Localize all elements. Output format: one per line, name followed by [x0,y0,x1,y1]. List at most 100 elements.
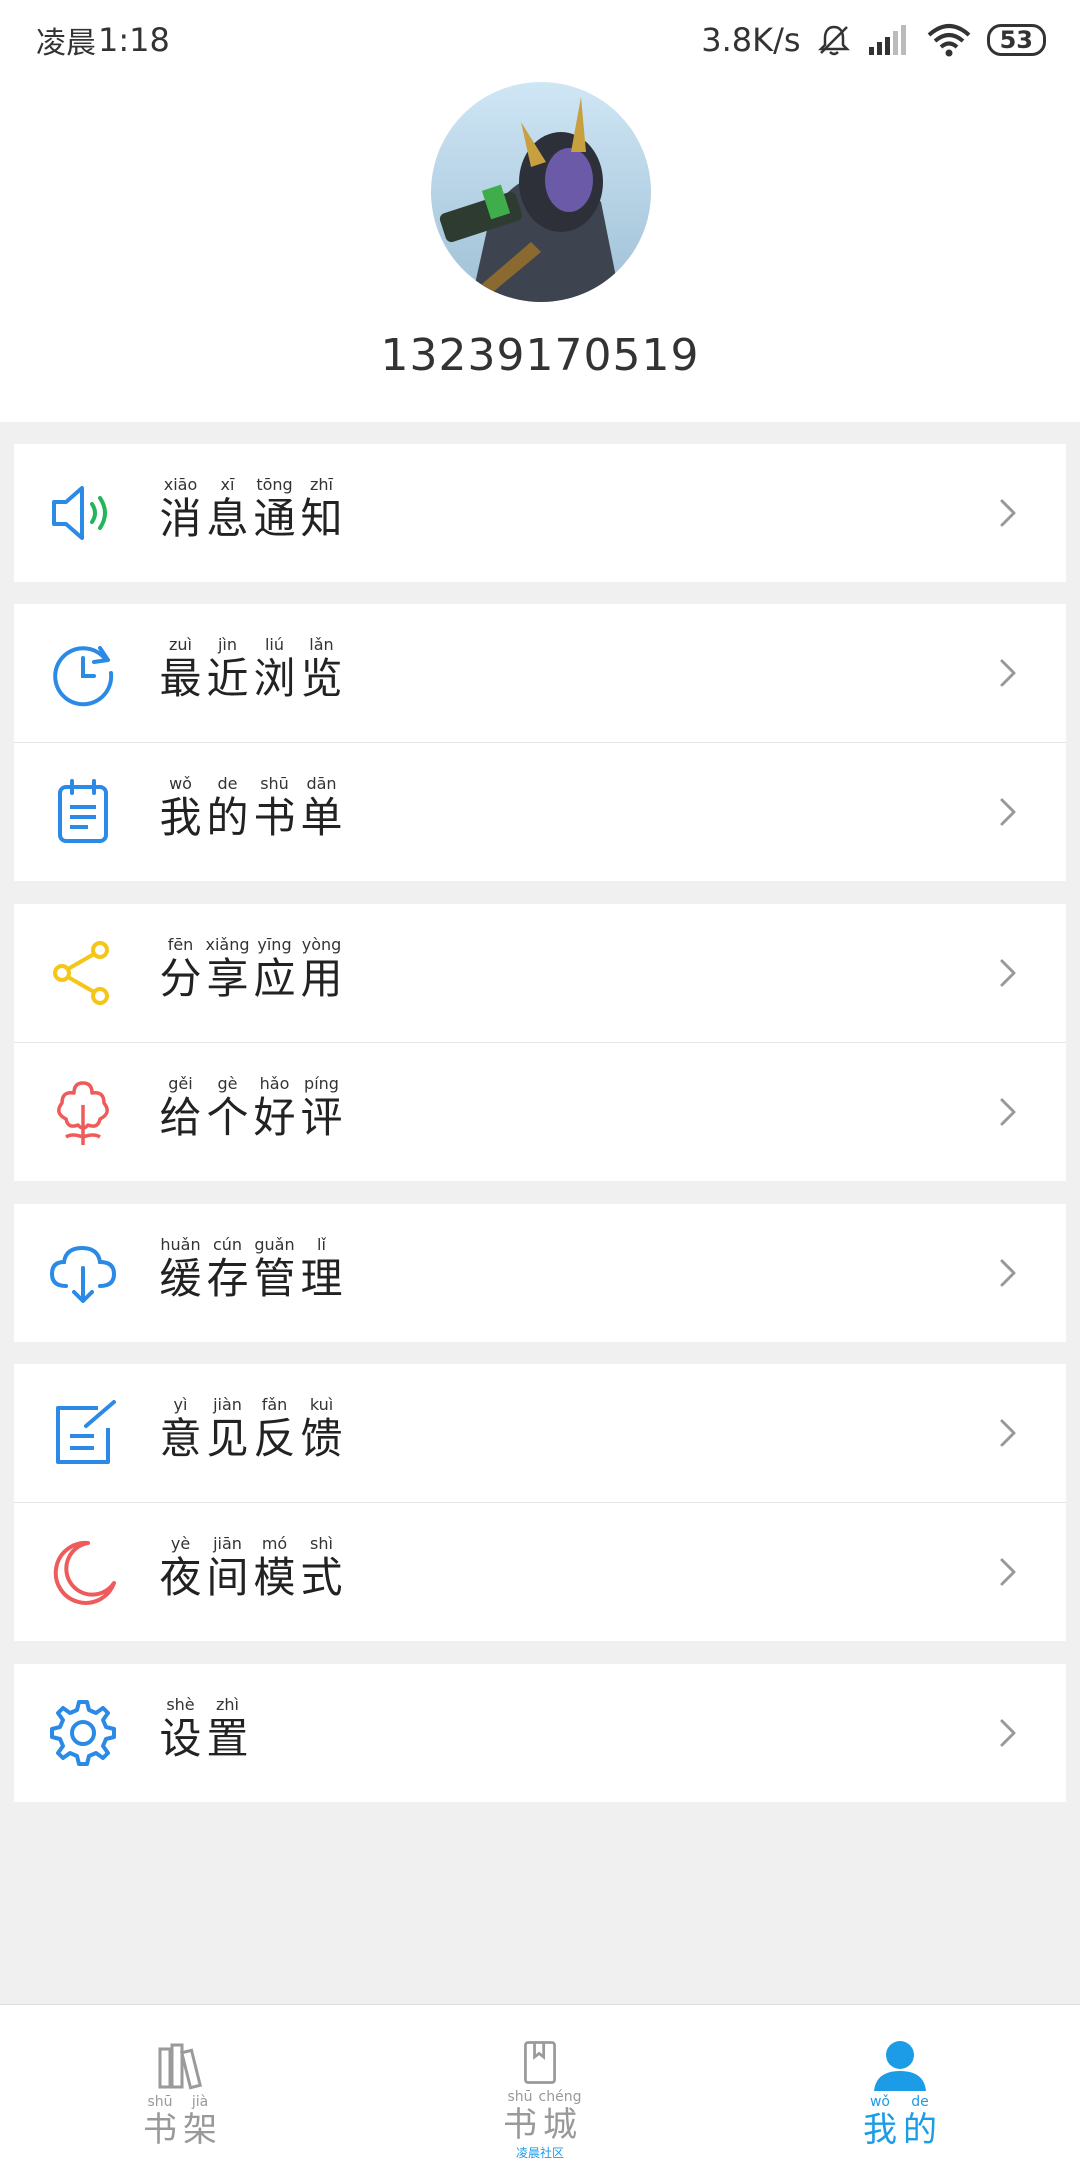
ruby-char: wǒ 我 [861,2093,899,2149]
ruby-char: jìn 近 [205,634,250,702]
ruby-char: gěi 给 [158,1073,203,1141]
tab-bookstore[interactable]: shū 书 chéng 城凌晨社区 [360,2005,720,2161]
ruby-char: mó 模 [252,1533,297,1601]
ruby-char: cún 存 [205,1234,250,1302]
menu-item-notifications[interactable]: xiāo 消 xī 息 tōng 通 zhī 知 [14,444,1066,582]
hanzi: 通 [253,494,296,543]
pinyin: liú [264,635,285,654]
menu-item-recent[interactable]: zuì 最 jìn 近 liú 浏 lǎn 览 [14,604,1066,742]
time-prefix: 凌晨 [36,26,96,61]
hanzi: 的 [206,793,249,842]
menu-item-cache[interactable]: huǎn 缓 cún 存 guǎn 管 lǐ 理 [14,1204,1066,1342]
pinyin: píng [304,1074,339,1093]
pinyin: jiān [213,1534,242,1553]
ruby-char: dān 单 [299,773,344,841]
clock-icon [53,646,114,707]
menu-item-night[interactable]: yè 夜 jiān 间 mó 模 shì 式 [14,1502,1066,1641]
chevron-right-icon [1000,659,1016,687]
ruby-char: shū 书 [501,2088,539,2144]
pinyin: lǐ [317,1235,326,1254]
ruby-char: shū 书 [141,2093,179,2149]
hanzi: 意 [159,1414,202,1463]
hanzi: 书 [503,2105,537,2145]
pinyin: shū [260,774,289,793]
pinyin: hǎo [259,1074,290,1093]
hanzi: 单 [300,793,343,842]
wifi-icon [927,24,970,57]
menu-item-feedback[interactable]: yì 意 jiàn 见 fǎn 反 kuì 馈 [14,1364,1066,1502]
hanzi: 分 [159,954,202,1003]
ruby-char: huǎn 缓 [158,1234,203,1302]
battery-icon: 53 [986,24,1046,56]
ruby-char: lǎn 览 [299,634,344,702]
menu-item-label: fēn 分 xiǎng 享 yīng 应 yòng 用 [158,934,344,1002]
moon-icon [53,1540,116,1605]
ruby-char: xiāo 消 [158,474,203,542]
status-indicators: 3.8K/s 53 [701,21,1046,59]
menu-group: xiāo 消 xī 息 tōng 通 zhī 知 [14,444,1066,582]
ruby-char: fēn 分 [158,934,203,1002]
tab-mine[interactable]: wǒ 我 de 的 [720,2005,1080,2161]
hanzi: 息 [206,494,249,543]
hanzi: 享 [206,954,249,1003]
hanzi: 我 [863,2110,897,2150]
pinyin: xī [220,475,235,494]
ruby-char: jià 架 [181,2093,219,2149]
ruby-char: jiàn 见 [205,1394,250,1462]
ruby-char: yīng 应 [252,934,297,1002]
menu-item-label: huǎn 缓 cún 存 guǎn 管 lǐ 理 [158,1234,344,1302]
ruby-char: hǎo 好 [252,1073,297,1141]
pinyin: xiǎng [205,935,250,954]
chevron-right-icon [1000,1558,1016,1586]
ruby-char: wǒ 我 [158,773,203,841]
hanzi: 置 [206,1714,249,1763]
ruby-char: xiǎng 享 [205,934,250,1002]
pinyin: fēn [167,935,194,954]
avatar-image [431,82,651,302]
menu-item-rate[interactable]: gěi 给 gè 个 hǎo 好 píng 评 [14,1042,1066,1181]
books-icon [158,2043,203,2090]
ruby-char: gè 个 [205,1073,250,1141]
chevron-right-icon [1000,798,1016,826]
pinyin: de [217,774,238,793]
ruby-char: kuì 馈 [299,1394,344,1462]
pinyin: wǒ [869,2094,890,2110]
menu-group: yì 意 jiàn 见 fǎn 反 kuì 馈 yè 夜 jiān 间 mó 模 shì 式 [14,1364,1066,1641]
clipboard-icon [58,779,108,843]
edit-icon [56,1400,116,1464]
ruby-char: tōng 通 [252,474,297,542]
avatar[interactable] [431,82,651,302]
menu-group: shè 设 zhì 置 [14,1664,1066,1802]
menu-item-share[interactable]: fēn 分 xiǎng 享 yīng 应 yòng 用 [14,904,1066,1042]
menu-item-booklist[interactable]: wǒ 我 de 的 shū 书 dān 单 [14,742,1066,881]
menu-group: huǎn 缓 cún 存 guǎn 管 lǐ 理 [14,1204,1066,1342]
user-icon [874,2041,926,2091]
hanzi: 知 [300,494,343,543]
network-speed: 3.8K/s [701,21,801,59]
hanzi: 好 [253,1093,296,1142]
ruby-char: chéng 城 [539,2088,582,2145]
tab-bookshelf[interactable]: shū 书 jià 架 [0,2005,360,2161]
ruby-char: shè 设 [158,1694,203,1762]
chevron-right-icon [1000,959,1016,987]
ruby-char: shū 书 [252,773,297,841]
hanzi: 城 [543,2105,577,2145]
chevron-right-icon [1000,1098,1016,1126]
tab-label: wǒ 我 de 的 [861,2093,939,2149]
menu-item-settings[interactable]: shè 设 zhì 置 [14,1664,1066,1802]
pinyin: yè [170,1534,191,1553]
hanzi: 模 [253,1553,296,1602]
pinyin: jìn [217,635,238,654]
chevron-right-icon [1000,1719,1016,1747]
hanzi: 用 [300,954,343,1003]
pinyin: tōng [256,475,293,494]
chevron-right-icon [1000,1419,1016,1447]
pinyin: zhī [310,475,333,494]
menu-item-label: yè 夜 jiān 间 mó 模 shì 式 [158,1533,344,1601]
hanzi: 消 [159,494,202,543]
menu-group: fēn 分 xiǎng 享 yīng 应 yòng 用 gěi 给 gè 个 hǎo 好 píng 评 [14,904,1066,1181]
menu-item-label: yì 意 jiàn 见 fǎn 反 kuì 馈 [158,1394,344,1462]
menu-item-label: shè 设 zhì 置 [158,1694,250,1762]
hanzi: 缓 [159,1254,202,1303]
hanzi: 架 [183,2110,217,2150]
